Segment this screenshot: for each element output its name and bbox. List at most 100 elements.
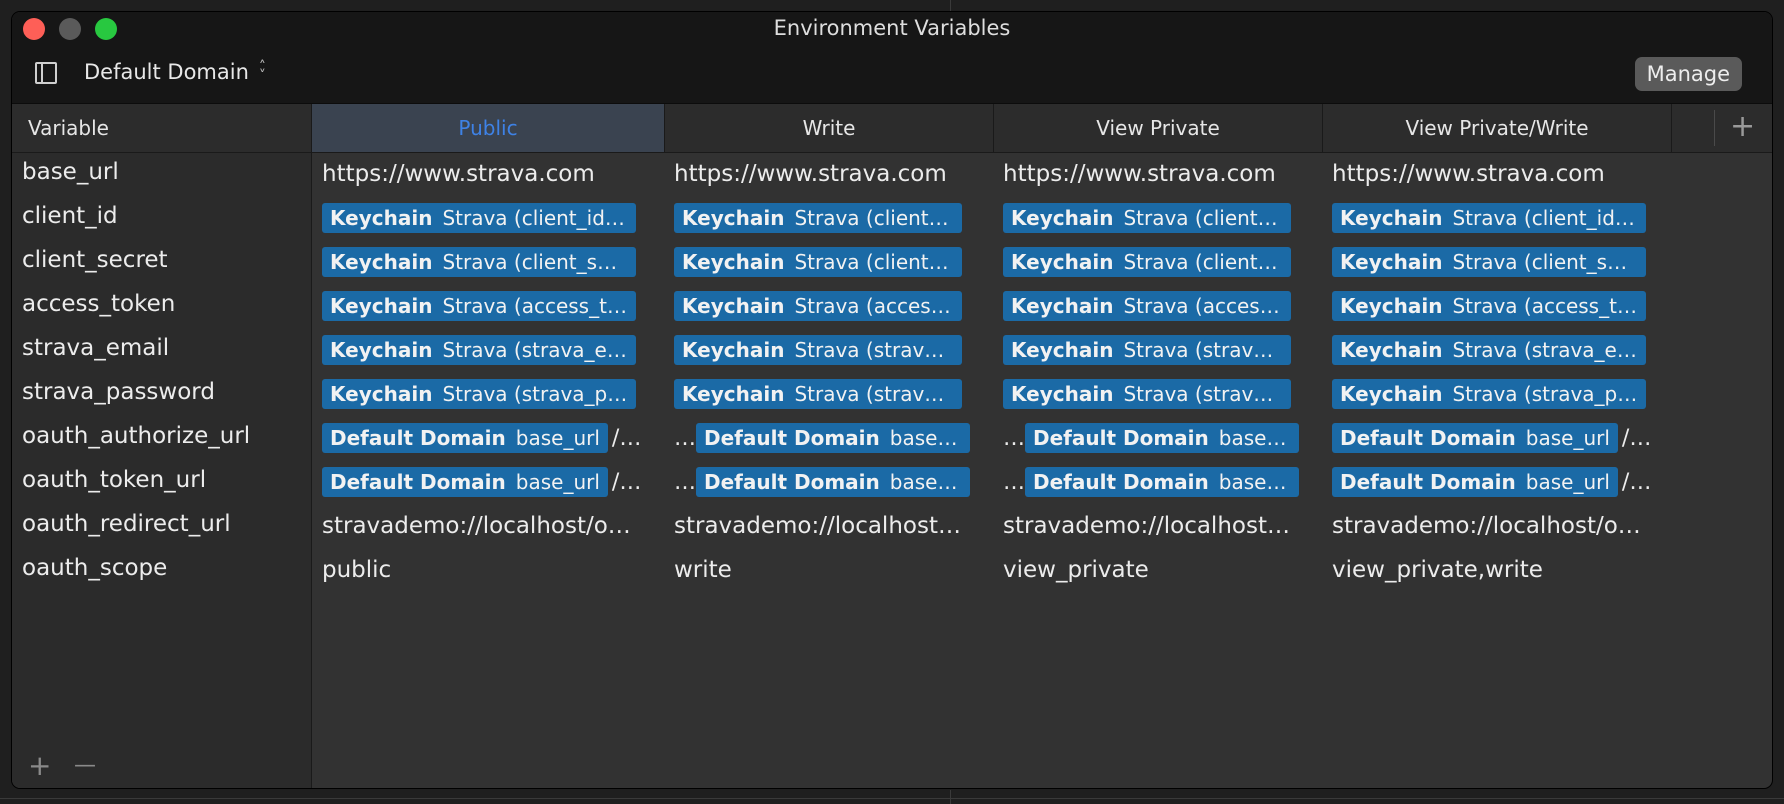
keychain-token[interactable]: Keychain Strava (client_… bbox=[1003, 247, 1291, 277]
keychain-token[interactable]: Keychain Strava (client_se… bbox=[322, 247, 636, 277]
value-cell[interactable]: Keychain Strava (client_… bbox=[1003, 245, 1299, 279]
value-cell[interactable]: Keychain Strava (client_i… bbox=[674, 201, 970, 235]
remove-variable-button[interactable]: — bbox=[74, 752, 96, 780]
keychain-token[interactable]: Keychain Strava (strava_… bbox=[674, 379, 962, 409]
value-cell[interactable]: Keychain Strava (strava_… bbox=[674, 333, 970, 367]
value-cell[interactable]: Default Domain base_url /… bbox=[322, 465, 644, 499]
value-cell[interactable]: Keychain Strava (strava_… bbox=[1003, 333, 1299, 367]
value-cell[interactable]: Keychain Strava (client_id)… bbox=[1332, 201, 1654, 235]
manage-button[interactable]: Manage bbox=[1634, 57, 1742, 91]
keychain-token[interactable]: Keychain Strava (strava_… bbox=[1003, 379, 1291, 409]
domain-reference-token[interactable]: Default Domain base_url bbox=[696, 423, 970, 453]
value-cell[interactable]: … Default Domain base_url bbox=[1003, 421, 1299, 455]
domain-reference-token[interactable]: Default Domain base_url bbox=[1332, 423, 1618, 453]
value-cell[interactable]: Keychain Strava (client_se… bbox=[1332, 245, 1654, 279]
token-value: Strava (strava_p… bbox=[1452, 382, 1638, 406]
value-cell[interactable]: write bbox=[674, 553, 970, 587]
backdrop-divider bbox=[950, 790, 951, 804]
value-cell[interactable]: view_private,write bbox=[1332, 553, 1654, 587]
value-cell[interactable]: Keychain Strava (client_id)… bbox=[322, 201, 644, 235]
value-cell[interactable]: https://www.strava.com bbox=[1003, 157, 1299, 191]
add-variable-button[interactable]: + bbox=[28, 752, 51, 780]
keychain-token[interactable]: Keychain Strava (access_t… bbox=[322, 291, 636, 321]
value-cell[interactable]: Keychain Strava (strava_e… bbox=[1332, 333, 1654, 367]
keychain-token[interactable]: Keychain Strava (access… bbox=[1003, 291, 1291, 321]
token-kind: Keychain bbox=[330, 382, 433, 406]
column-header-write[interactable]: Write bbox=[665, 104, 994, 152]
domain-reference-token[interactable]: Default Domain base_url bbox=[322, 423, 608, 453]
token-value: Strava (strava_… bbox=[1123, 338, 1283, 362]
keychain-token[interactable]: Keychain Strava (strava_pa… bbox=[322, 379, 636, 409]
keychain-token[interactable]: Keychain Strava (access_t… bbox=[1332, 291, 1646, 321]
domain-selector[interactable]: Default Domain ˄ ˅ bbox=[84, 60, 266, 84]
domain-reference-token[interactable]: Default Domain base_url bbox=[1332, 467, 1618, 497]
column-header-view-private-write[interactable]: View Private/Write bbox=[1323, 104, 1672, 152]
value-cell[interactable]: Keychain Strava (access_t… bbox=[1332, 289, 1654, 323]
value-cell[interactable]: Keychain Strava (strava_… bbox=[1003, 377, 1299, 411]
column-header-public[interactable]: Public bbox=[312, 104, 665, 152]
value-cell[interactable]: Keychain Strava (client_… bbox=[674, 245, 970, 279]
variable-name-oauth-token-url[interactable]: oauth_token_url bbox=[22, 467, 206, 493]
keychain-token[interactable]: Keychain Strava (strava_e… bbox=[1332, 335, 1646, 365]
variable-name-access-token[interactable]: access_token bbox=[22, 291, 175, 317]
variable-name-strava-password[interactable]: strava_password bbox=[22, 379, 215, 405]
value-cell[interactable]: … Default Domain base_url bbox=[674, 421, 970, 455]
domain-reference-token[interactable]: Default Domain base_url bbox=[1025, 423, 1299, 453]
value-cell[interactable]: Keychain Strava (access… bbox=[1003, 289, 1299, 323]
value-cell[interactable]: https://www.strava.com bbox=[322, 157, 644, 191]
domain-reference-token[interactable]: Default Domain base_url bbox=[1025, 467, 1299, 497]
keychain-token[interactable]: Keychain Strava (strava_p… bbox=[1332, 379, 1646, 409]
domain-reference-token[interactable]: Default Domain base_url bbox=[696, 467, 970, 497]
value-cell[interactable]: … Default Domain base_url bbox=[674, 465, 970, 499]
variable-name-client-secret[interactable]: client_secret bbox=[22, 247, 168, 273]
keychain-token[interactable]: Keychain Strava (strava_e… bbox=[322, 335, 636, 365]
keychain-token[interactable]: Keychain Strava (client_i… bbox=[1003, 203, 1291, 233]
value-cell[interactable]: Keychain Strava (client_i… bbox=[1003, 201, 1299, 235]
value-cell[interactable]: stravademo://localhost/o… bbox=[1332, 509, 1654, 543]
variable-name-base-url[interactable]: base_url bbox=[22, 159, 119, 185]
value-cell[interactable]: view_private bbox=[1003, 553, 1299, 587]
value-cell[interactable]: Keychain Strava (access_t… bbox=[322, 289, 644, 323]
keychain-token[interactable]: Keychain Strava (client_id)… bbox=[322, 203, 636, 233]
value-cell[interactable]: https://www.strava.com bbox=[674, 157, 970, 191]
domain-reference-token[interactable]: Default Domain base_url bbox=[322, 467, 608, 497]
add-environment-button[interactable]: + bbox=[1730, 104, 1755, 152]
variable-name-oauth-redirect-url[interactable]: oauth_redirect_url bbox=[22, 511, 231, 537]
value-cell[interactable]: stravademo://localhost… bbox=[1003, 509, 1299, 543]
token-value: Strava (strava_… bbox=[794, 382, 954, 406]
value-cell[interactable]: Keychain Strava (strava_pa… bbox=[322, 377, 644, 411]
variable-name-oauth-authorize-url[interactable]: oauth_authorize_url bbox=[22, 423, 250, 449]
value-cell[interactable]: stravademo://localhost/o… bbox=[322, 509, 644, 543]
value-cell[interactable]: Default Domain base_url /… bbox=[1332, 465, 1654, 499]
value-cell[interactable]: public bbox=[322, 553, 644, 587]
token-kind: Keychain bbox=[330, 294, 433, 318]
column-header-view-private[interactable]: View Private bbox=[994, 104, 1323, 152]
keychain-token[interactable]: Keychain Strava (client_i… bbox=[674, 203, 962, 233]
value-cell[interactable]: Keychain Strava (strava_e… bbox=[322, 333, 644, 367]
value-cell[interactable]: … Default Domain base_url bbox=[1003, 465, 1299, 499]
value-cell[interactable]: Keychain Strava (strava_… bbox=[674, 377, 970, 411]
token-kind: Default Domain bbox=[1033, 426, 1209, 450]
keychain-token[interactable]: Keychain Strava (client_… bbox=[674, 247, 962, 277]
keychain-token[interactable]: Keychain Strava (strava_… bbox=[1003, 335, 1291, 365]
token-kind: Keychain bbox=[1011, 338, 1114, 362]
keychain-token[interactable]: Keychain Strava (client_id)… bbox=[1332, 203, 1646, 233]
keychain-token[interactable]: Keychain Strava (strava_… bbox=[674, 335, 962, 365]
keychain-token[interactable]: Keychain Strava (access… bbox=[674, 291, 962, 321]
token-value: Strava (client_… bbox=[794, 250, 954, 274]
value-cell[interactable]: Keychain Strava (client_se… bbox=[322, 245, 644, 279]
value-cell[interactable]: Keychain Strava (strava_p… bbox=[1332, 377, 1654, 411]
domain-selector-label: Default Domain bbox=[84, 60, 249, 84]
value-cell[interactable]: https://www.strava.com bbox=[1332, 157, 1654, 191]
backdrop-divider bbox=[950, 0, 951, 12]
value-cell[interactable]: stravademo://localhost… bbox=[674, 509, 970, 543]
variable-name-strava-email[interactable]: strava_email bbox=[22, 335, 169, 361]
value-cell[interactable]: Default Domain base_url /… bbox=[1332, 421, 1654, 455]
sidebar-toggle-icon[interactable] bbox=[35, 62, 57, 84]
keychain-token[interactable]: Keychain Strava (client_se… bbox=[1332, 247, 1646, 277]
token-value: Strava (client_se… bbox=[442, 250, 628, 274]
value-cell[interactable]: Default Domain base_url /… bbox=[322, 421, 644, 455]
variable-name-client-id[interactable]: client_id bbox=[22, 203, 118, 229]
value-cell[interactable]: Keychain Strava (access… bbox=[674, 289, 970, 323]
variable-name-oauth-scope[interactable]: oauth_scope bbox=[22, 555, 167, 581]
